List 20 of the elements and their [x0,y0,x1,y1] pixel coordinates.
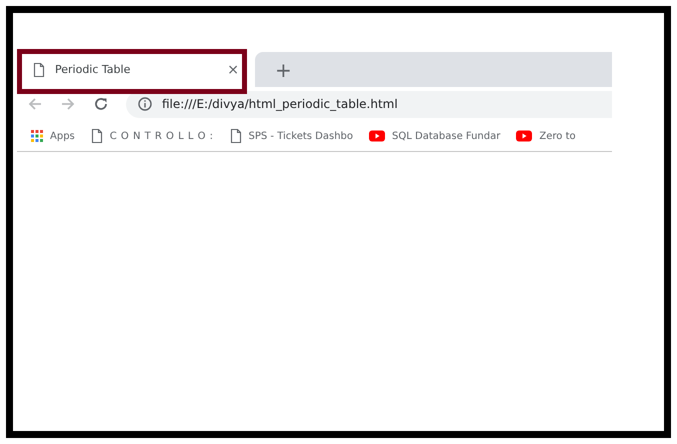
new-tab-button[interactable]: + [265,58,302,82]
info-icon [138,97,152,111]
bookmark-item[interactable]: SPS - Tickets Dashbo [230,129,354,143]
play-icon [516,130,532,142]
page-icon [90,129,103,143]
reload-icon[interactable] [93,96,109,112]
bookmark-item[interactable]: Zero to [516,130,576,142]
tab-title: Periodic Table [55,63,132,76]
forward-icon[interactable] [60,96,76,112]
close-tab-button[interactable]: × [227,62,239,78]
back-icon[interactable] [27,96,43,112]
bookmark-item[interactable]: C O N T R O L L O : [90,129,214,143]
page-icon [230,129,242,143]
page-icon [33,62,45,76]
bookmark-item[interactable]: Apps [31,130,75,142]
bookmark-item[interactable]: SQL Database Fundar [369,130,500,142]
url-text: file:///E:/divya/html_periodic_table.html [162,97,398,111]
address-bar[interactable]: file:///E:/divya/html_periodic_table.html [126,90,612,118]
play-icon [369,130,386,142]
apps-grid-icon [31,130,43,142]
